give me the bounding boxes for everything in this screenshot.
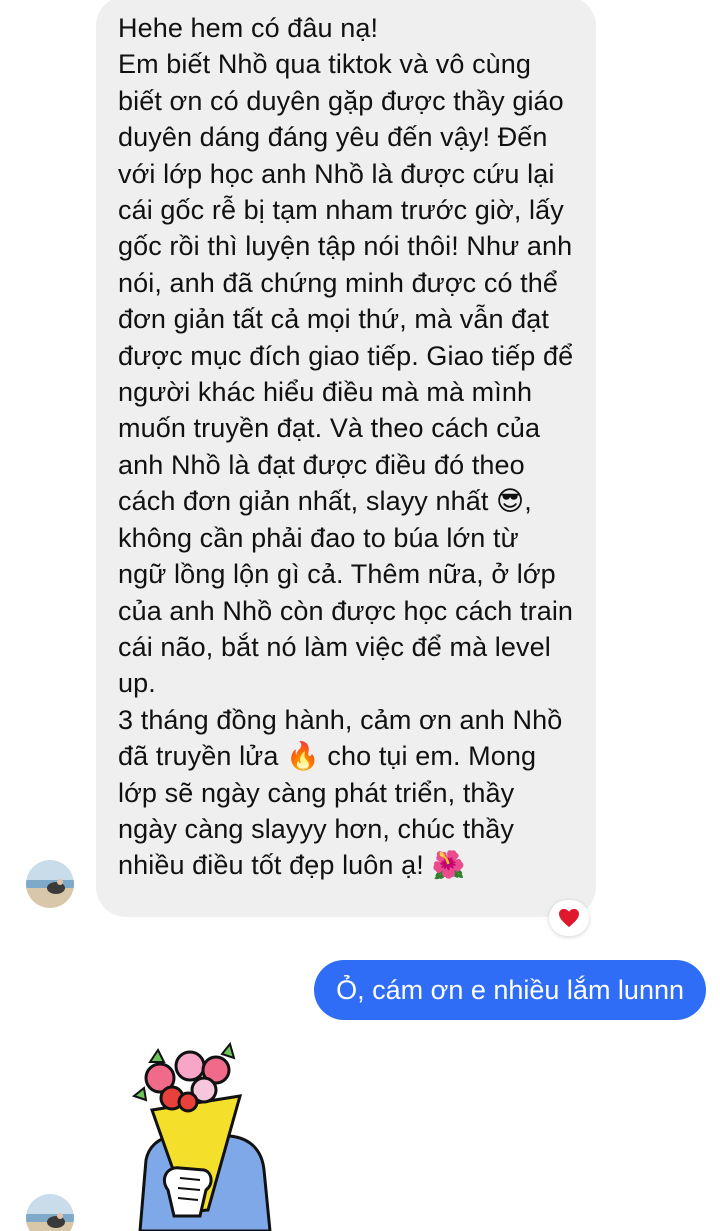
outgoing-message-bubble[interactable]: Ỏ, cám ơn e nhiều lắm lunnn	[314, 960, 706, 1020]
heart-icon	[559, 908, 579, 928]
incoming-message-text: Hehe hem có đâu nạ! Em biết Nhồ qua tikt…	[118, 13, 574, 881]
outgoing-message-text: Ỏ, cám ơn e nhiều lắm lunnn	[336, 975, 684, 1005]
reaction-badge[interactable]	[549, 900, 589, 936]
incoming-message-bubble[interactable]: Hehe hem có đâu nạ! Em biết Nhồ qua tikt…	[96, 0, 596, 917]
chat-thread: Hehe hem có đâu nạ! Em biết Nhồ qua tikt…	[0, 0, 720, 1231]
sender-avatar[interactable]	[26, 1194, 74, 1231]
sender-avatar[interactable]	[26, 860, 74, 908]
flower-bouquet-sticker[interactable]	[130, 1040, 280, 1231]
